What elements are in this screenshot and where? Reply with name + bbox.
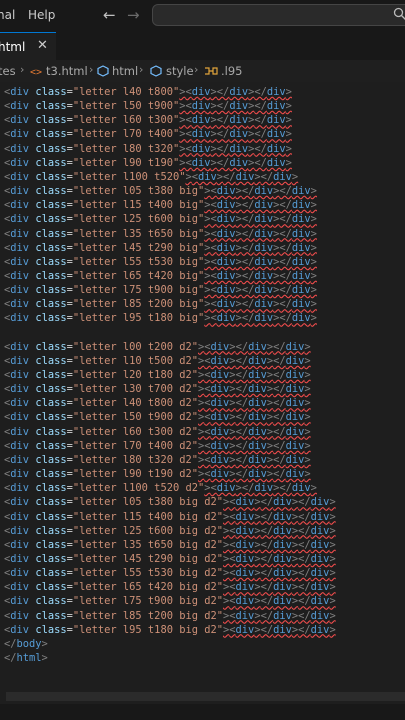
- command-center-search[interactable]: [152, 4, 405, 26]
- code-line[interactable]: <div class="letter l20 t180 d2"><div></d…: [4, 368, 311, 382]
- menu-item-help[interactable]: Help: [28, 8, 55, 22]
- code-line[interactable]: <div class="letter l85 t200 big"><div></…: [4, 297, 317, 311]
- code-line[interactable]: <div class="letter l55 t530 big d2"><div…: [4, 566, 336, 580]
- code-line[interactable]: <div class="letter l60 t300"><div></div>…: [4, 113, 292, 127]
- close-icon[interactable]: ✕: [37, 39, 48, 53]
- code-line[interactable]: <div class="letter l30 t700 d2"><div></d…: [4, 382, 311, 396]
- forward-arrow-icon[interactable]: →: [127, 6, 140, 24]
- breadcrumb-separator: ›: [20, 63, 25, 76]
- code-line[interactable]: <div class="letter l15 t400 big d2"><div…: [4, 510, 336, 524]
- code-line[interactable]: <div class="letter l80 t320"><div></div>…: [4, 142, 292, 156]
- code-line[interactable]: <div class="letter l100 t520"><div></div…: [4, 170, 298, 184]
- code-line[interactable]: <div class="letter l05 t380 big"><div></…: [4, 184, 317, 198]
- code-line[interactable]: <div class="letter l90 t190 d2"><div></d…: [4, 467, 311, 481]
- code-line[interactable]: <div class="letter l15 t400 big"><div></…: [4, 198, 317, 212]
- code-line[interactable]: <div class="letter l55 t530 big"><div></…: [4, 255, 317, 269]
- tab-bar: html ✕: [0, 32, 405, 60]
- code-line[interactable]: <div class="letter l25 t600 big"><div></…: [4, 212, 317, 226]
- search-icon[interactable]: [393, 7, 405, 21]
- tab-label: html: [0, 40, 26, 54]
- html-file-icon: <>: [30, 67, 42, 77]
- breadcrumb-separator: ›: [89, 63, 94, 76]
- code-line[interactable]: </html>: [4, 651, 48, 665]
- code-line[interactable]: <div class="letter l40 t800 d2"><div></d…: [4, 396, 311, 410]
- code-line[interactable]: <div class="letter l25 t600 big d2"><div…: [4, 524, 336, 538]
- breadcrumb-file[interactable]: t3.html: [46, 64, 88, 78]
- breadcrumb-html[interactable]: html: [112, 64, 138, 78]
- status-bar: [0, 704, 405, 720]
- breadcrumb-separator: ›: [139, 63, 144, 76]
- code-line[interactable]: <div class="letter l65 t420 big"><div></…: [4, 269, 317, 283]
- breadcrumb-separator: ›: [194, 63, 199, 76]
- code-line[interactable]: <div class="letter l75 t900 big d2"><div…: [4, 594, 336, 608]
- code-line[interactable]: <div class="letter l100 t520 d2"><div></…: [4, 481, 317, 495]
- code-line[interactable]: <div class="letter l50 t900"><div></div>…: [4, 99, 292, 113]
- code-line[interactable]: <div class="letter l70 t400 d2"><div></d…: [4, 439, 311, 453]
- back-arrow-icon[interactable]: ←: [103, 6, 116, 24]
- css-selector-icon: [205, 67, 218, 75]
- code-line[interactable]: <div class="letter l45 t290 big"><div></…: [4, 241, 317, 255]
- code-line[interactable]: <div class="letter l85 t200 big d2"><div…: [4, 609, 336, 623]
- code-line[interactable]: <div class="letter l70 t400"><div></div>…: [4, 127, 292, 141]
- code-line[interactable]: </body>: [4, 637, 48, 651]
- menu-item-terminal[interactable]: nal: [0, 8, 15, 22]
- code-line[interactable]: <div class="letter l45 t290 big d2"><div…: [4, 552, 336, 566]
- code-line[interactable]: <div class="letter l65 t420 big d2"><div…: [4, 580, 336, 594]
- element-symbol-icon: [97, 65, 109, 77]
- svg-text:<>: <>: [30, 67, 42, 77]
- title-bar: nal Help ← →: [0, 0, 405, 32]
- code-line[interactable]: <div class="letter l35 t650 big"><div></…: [4, 227, 317, 241]
- breadcrumb-selector[interactable]: .l95: [221, 64, 242, 78]
- code-line[interactable]: <div class="letter l60 t300 d2"><div></d…: [4, 425, 311, 439]
- element-symbol-icon: [150, 65, 162, 77]
- code-line[interactable]: <div class="letter l00 t200 d2"><div></d…: [4, 340, 311, 354]
- breadcrumb-style[interactable]: style: [166, 64, 194, 78]
- code-line[interactable]: <div class="letter l35 t650 big d2"><div…: [4, 538, 336, 552]
- code-line[interactable]: <div class="letter l80 t320 d2"><div></d…: [4, 453, 311, 467]
- code-line[interactable]: <div class="letter l05 t380 big d2"><div…: [4, 495, 336, 509]
- code-line[interactable]: <div class="letter l40 t800"><div></div>…: [4, 85, 292, 99]
- code-line[interactable]: <div class="letter l95 t180 big"><div></…: [4, 311, 317, 325]
- tab-t3-html[interactable]: html ✕: [0, 32, 56, 60]
- code-line[interactable]: <div class="letter l90 t190"><div></div>…: [4, 156, 292, 170]
- code-line[interactable]: <div class="letter l75 t900 big"><div></…: [4, 283, 317, 297]
- breadcrumb: tes › <> t3.html › html › style › .l95: [0, 60, 405, 82]
- code-line[interactable]: <div class="letter l95 t180 big d2"><div…: [4, 623, 336, 637]
- breadcrumb-folder[interactable]: tes: [0, 64, 16, 78]
- horizontal-scrollbar[interactable]: [6, 692, 405, 701]
- code-line[interactable]: <div class="letter l10 t500 d2"><div></d…: [4, 354, 311, 368]
- code-line[interactable]: <div class="letter l50 t900 d2"><div></d…: [4, 410, 311, 424]
- code-editor[interactable]: <div class="letter l40 t800"><div></div>…: [0, 82, 405, 692]
